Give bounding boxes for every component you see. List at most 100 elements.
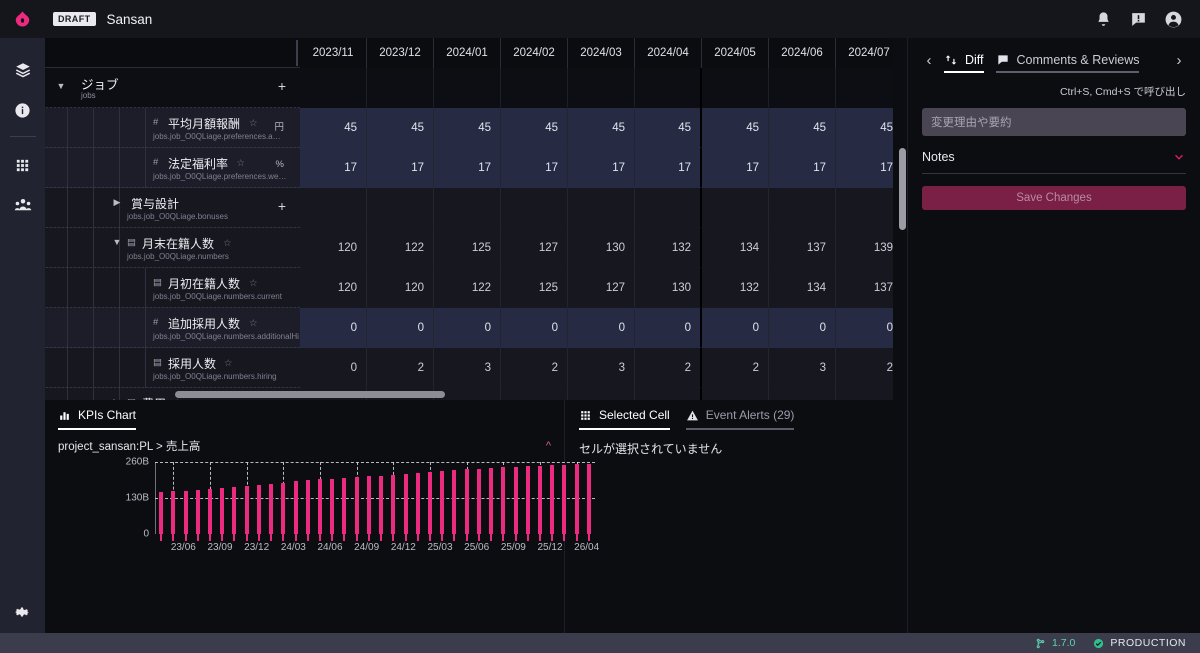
chart-bar[interactable]	[232, 486, 237, 534]
grid-cell[interactable]: 17	[635, 148, 702, 188]
sidebar-item-layers[interactable]	[0, 50, 45, 90]
grid-column-header[interactable]: 2024/01	[434, 38, 501, 68]
table-row[interactable]: # 追加採用人数 ☆ jobs.job_O0QLiage.numbers.additi…	[45, 308, 907, 348]
chart-bar[interactable]	[208, 488, 212, 534]
grid-cell[interactable]: 45	[635, 108, 702, 148]
grid-cell[interactable]: 134	[702, 228, 769, 268]
grid-cell[interactable]: 130	[568, 228, 635, 268]
tree-cell[interactable]: # 追加採用人数 ☆ jobs.job_O0QLiage.numbers.additi…	[45, 308, 300, 348]
app-logo[interactable]	[0, 10, 45, 28]
grid-column-header[interactable]: 2024/06	[769, 38, 836, 68]
grid-cell[interactable]: 2	[702, 348, 769, 388]
grid-cell[interactable]: 45	[501, 108, 568, 148]
tree-cell[interactable]: ▼ ジョブ jobs +	[45, 68, 300, 108]
grid-cell[interactable]: 45	[702, 108, 769, 148]
chart-bar[interactable]	[525, 466, 530, 534]
panel-prev-button[interactable]: ‹	[920, 52, 938, 69]
grid-cell[interactable]: 122	[367, 228, 434, 268]
sidebar-item-grid[interactable]	[0, 145, 45, 185]
grid-cell[interactable]: 3	[769, 348, 836, 388]
chevron-right-icon[interactable]: ▶	[111, 196, 123, 208]
grid-cell[interactable]	[367, 68, 434, 108]
tree-column-resizer[interactable]	[296, 40, 298, 66]
chart-bar[interactable]	[354, 476, 359, 534]
grid-cell[interactable]: 17	[367, 148, 434, 188]
grid-cell[interactable]	[702, 68, 769, 108]
favorite-star-icon[interactable]: ☆	[237, 158, 246, 169]
grid-cell[interactable]	[568, 188, 635, 228]
chart-bar[interactable]	[305, 480, 310, 534]
grid-cell[interactable]	[367, 188, 434, 228]
favorite-star-icon[interactable]: ☆	[249, 118, 258, 129]
grid-cell[interactable]: 0	[769, 308, 836, 348]
chart-bar[interactable]	[513, 466, 518, 534]
grid-cell[interactable]: 7,699	[769, 388, 836, 400]
tree-cell[interactable]: ▤ 採用人数 ☆ jobs.job_O0QLiage.numbers.hiring	[45, 348, 300, 388]
grid-column-header[interactable]: 2024/04	[635, 38, 702, 68]
grid-cell[interactable]	[769, 188, 836, 228]
grid-cell[interactable]: 45	[434, 108, 501, 148]
grid-cell[interactable]	[635, 68, 702, 108]
chart-bar[interactable]	[281, 482, 286, 534]
grid-cell[interactable]: 17	[702, 148, 769, 188]
grid-cell[interactable]: 125	[501, 268, 568, 308]
grid-cell[interactable]: 2	[635, 348, 702, 388]
grid-cell[interactable]: 137	[769, 228, 836, 268]
change-reason-input[interactable]: 変更理由や要約	[922, 108, 1186, 136]
tab-diff[interactable]: Diff	[938, 38, 990, 82]
grid-cell[interactable]: 17	[568, 148, 635, 188]
chart-bar[interactable]	[318, 479, 322, 534]
tree-cell[interactable]: ▶ 賞与設計 jobs.job_O0QLiage.bonuses +	[45, 188, 300, 228]
favorite-star-icon[interactable]: ☆	[224, 358, 233, 369]
chart-bar[interactable]	[391, 474, 396, 534]
grid-column-header[interactable]: 2024/03	[568, 38, 635, 68]
grid-cell[interactable]	[434, 188, 501, 228]
chevron-down-icon[interactable]: ▼	[55, 80, 67, 92]
save-changes-button[interactable]: Save Changes	[922, 186, 1186, 210]
chart-bar[interactable]	[269, 483, 274, 534]
chart-bar[interactable]	[550, 465, 555, 534]
grid-cell[interactable]	[635, 188, 702, 228]
grid-cell[interactable]	[568, 68, 635, 108]
table-row[interactable]: # 法定福利率 ☆ jobs.job_O0QLiage.preferences.we……	[45, 148, 907, 188]
account-icon[interactable]	[1164, 10, 1183, 29]
grid-cell[interactable]: 7,331	[568, 388, 635, 400]
grid-cell[interactable]: 3	[434, 348, 501, 388]
settings-button[interactable]	[0, 597, 45, 627]
grid-cell[interactable]: 120	[300, 228, 367, 268]
grid-cell[interactable]: 17	[434, 148, 501, 188]
chart-bar[interactable]	[379, 475, 384, 534]
chart-bar[interactable]	[195, 489, 200, 534]
grid-cell[interactable]: 120	[300, 268, 367, 308]
grid-cell[interactable]: 127	[501, 228, 568, 268]
add-child-button[interactable]: +	[278, 79, 286, 93]
grid-cell[interactable]: 122	[434, 268, 501, 308]
grid-column-header[interactable]: 2024/05	[702, 38, 769, 68]
table-row[interactable]: ▤ 月初在籍人数 ☆ jobs.job_O0QLiage.numbers.curren…	[45, 268, 907, 308]
grid-cell[interactable]: 0	[702, 308, 769, 348]
grid-cell[interactable]: 0	[568, 308, 635, 348]
grid-cell[interactable]: 0	[300, 308, 367, 348]
table-row[interactable]: # 平均月額報酬 ☆ jobs.job_O0QLiage.preferences.a……	[45, 108, 907, 148]
chart-bar[interactable]	[330, 478, 335, 534]
table-row[interactable]: ▼ ジョブ jobs +	[45, 68, 907, 108]
chart-bar[interactable]	[501, 467, 506, 534]
grid-cell[interactable]	[702, 188, 769, 228]
favorite-star-icon[interactable]: ☆	[249, 278, 258, 289]
add-child-button[interactable]: +	[278, 199, 286, 213]
chart-bar[interactable]	[293, 481, 298, 534]
chart-bar[interactable]	[342, 477, 347, 534]
chevron-up-icon[interactable]: ^	[546, 440, 551, 452]
sidebar-item-people[interactable]	[0, 185, 45, 225]
grid-cell[interactable]: 0	[367, 308, 434, 348]
tree-cell[interactable]: ▤ 月初在籍人数 ☆ jobs.job_O0QLiage.numbers.curren…	[45, 268, 300, 308]
alert-message-icon[interactable]	[1129, 10, 1148, 29]
grid-cell[interactable]: 7,011	[501, 388, 568, 400]
grid-cell[interactable]: 17	[769, 148, 836, 188]
grid-cell[interactable]: 45	[300, 108, 367, 148]
grid-cell[interactable]: 0	[434, 308, 501, 348]
chart-bar[interactable]	[171, 491, 176, 534]
grid-cell[interactable]: 2	[501, 348, 568, 388]
grid-cell[interactable]: 0	[300, 348, 367, 388]
chevron-down-icon[interactable]: ▼	[111, 236, 123, 248]
